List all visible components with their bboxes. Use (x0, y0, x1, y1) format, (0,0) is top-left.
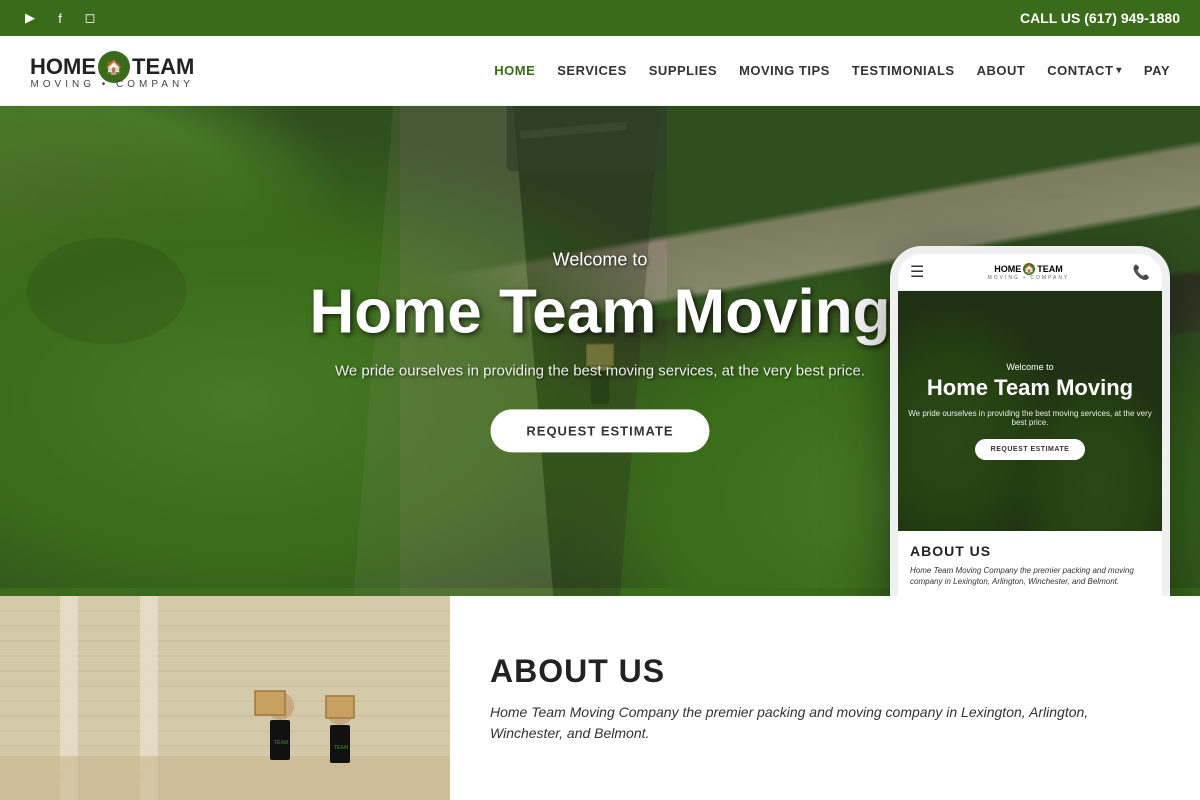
mobile-hero-subtitle: We pride ourselves in providing the best… (908, 409, 1152, 427)
about-title: ABOUT US (490, 653, 1160, 690)
site-header: HOME 🏠 TEAM MOVING • COMPANY HOME SERVIC… (0, 36, 1200, 106)
mobile-topbar: ☰ HOME 🏠 TEAM MOVING • COMPANY 📞 (898, 254, 1162, 291)
mobile-hero-title: Home Team Moving (927, 376, 1133, 400)
nav-moving-tips[interactable]: MOVING TIPS (739, 63, 830, 78)
chevron-down-icon: ▾ (1116, 65, 1122, 76)
logo[interactable]: HOME 🏠 TEAM MOVING • COMPANY (30, 51, 194, 90)
nav-contact[interactable]: CONTACT ▾ (1047, 63, 1122, 78)
mobile-mockup: ☰ HOME 🏠 TEAM MOVING • COMPANY 📞 Welcome… (890, 246, 1170, 596)
nav-pay[interactable]: PAY (1144, 63, 1170, 78)
mobile-phone-icon[interactable]: 📞 (1133, 264, 1150, 281)
logo-team: TEAM (132, 54, 194, 80)
nav-home[interactable]: HOME (494, 63, 535, 78)
nav-testimonials[interactable]: TESTIMONIALS (852, 63, 955, 78)
hero-subtitle: We pride ourselves in providing the best… (309, 363, 890, 380)
svg-text:TEAM: TEAM (274, 740, 288, 746)
mobile-hero-welcome: Welcome to (1006, 362, 1053, 372)
hero-title: Home Team Moving (309, 278, 890, 346)
instagram-icon[interactable]: ◻ (80, 8, 100, 28)
about-description: Home Team Moving Company the premier pac… (490, 702, 1160, 744)
mobile-about-italic: Home Team Moving Company the premier pac… (910, 565, 1150, 587)
request-estimate-button[interactable]: REQUEST ESTIMATE (490, 410, 709, 453)
mobile-logo: HOME 🏠 TEAM MOVING • COMPANY (988, 263, 1070, 281)
nav-about[interactable]: ABOUT (977, 63, 1026, 78)
mobile-about-body: Two clear indicators of a great moving c… (910, 595, 1150, 596)
main-nav: HOME SERVICES SUPPLIES MOVING TIPS TESTI… (494, 63, 1170, 78)
hero-welcome-text: Welcome to (309, 249, 890, 270)
logo-home: HOME (30, 54, 96, 80)
mobile-hero: Welcome to Home Team Moving We pride our… (898, 291, 1162, 531)
about-image: TEAM TEAM (0, 596, 450, 800)
top-bar: ▶ f ◻ CALL US (617) 949-1880 (0, 0, 1200, 36)
nav-services[interactable]: SERVICES (557, 63, 627, 78)
logo-subtitle: MOVING • COMPANY (30, 79, 193, 90)
hero-content: Welcome to Home Team Moving We pride our… (309, 249, 890, 452)
mobile-request-estimate-button[interactable]: REQUEST ESTIMATE (975, 439, 1086, 460)
about-content: ABOUT US Home Team Moving Company the pr… (450, 596, 1200, 800)
nav-contact-label: CONTACT (1047, 63, 1113, 78)
mobile-hamburger-icon[interactable]: ☰ (910, 262, 924, 282)
facebook-icon[interactable]: f (50, 8, 70, 28)
mobile-about-section: ABOUT US Home Team Moving Company the pr… (898, 531, 1162, 596)
mobile-about-title: ABOUT US (910, 543, 1150, 559)
svg-text:TEAM: TEAM (334, 745, 348, 751)
phone-number[interactable]: CALL US (617) 949-1880 (1020, 10, 1180, 26)
nav-supplies[interactable]: SUPPLIES (649, 63, 717, 78)
youtube-icon[interactable]: ▶ (20, 8, 40, 28)
social-links: ▶ f ◻ (20, 8, 100, 28)
hero-section: Welcome to Home Team Moving We pride our… (0, 106, 1200, 596)
about-section: TEAM TEAM ABOUT US Home Team Moving Comp… (0, 596, 1200, 800)
